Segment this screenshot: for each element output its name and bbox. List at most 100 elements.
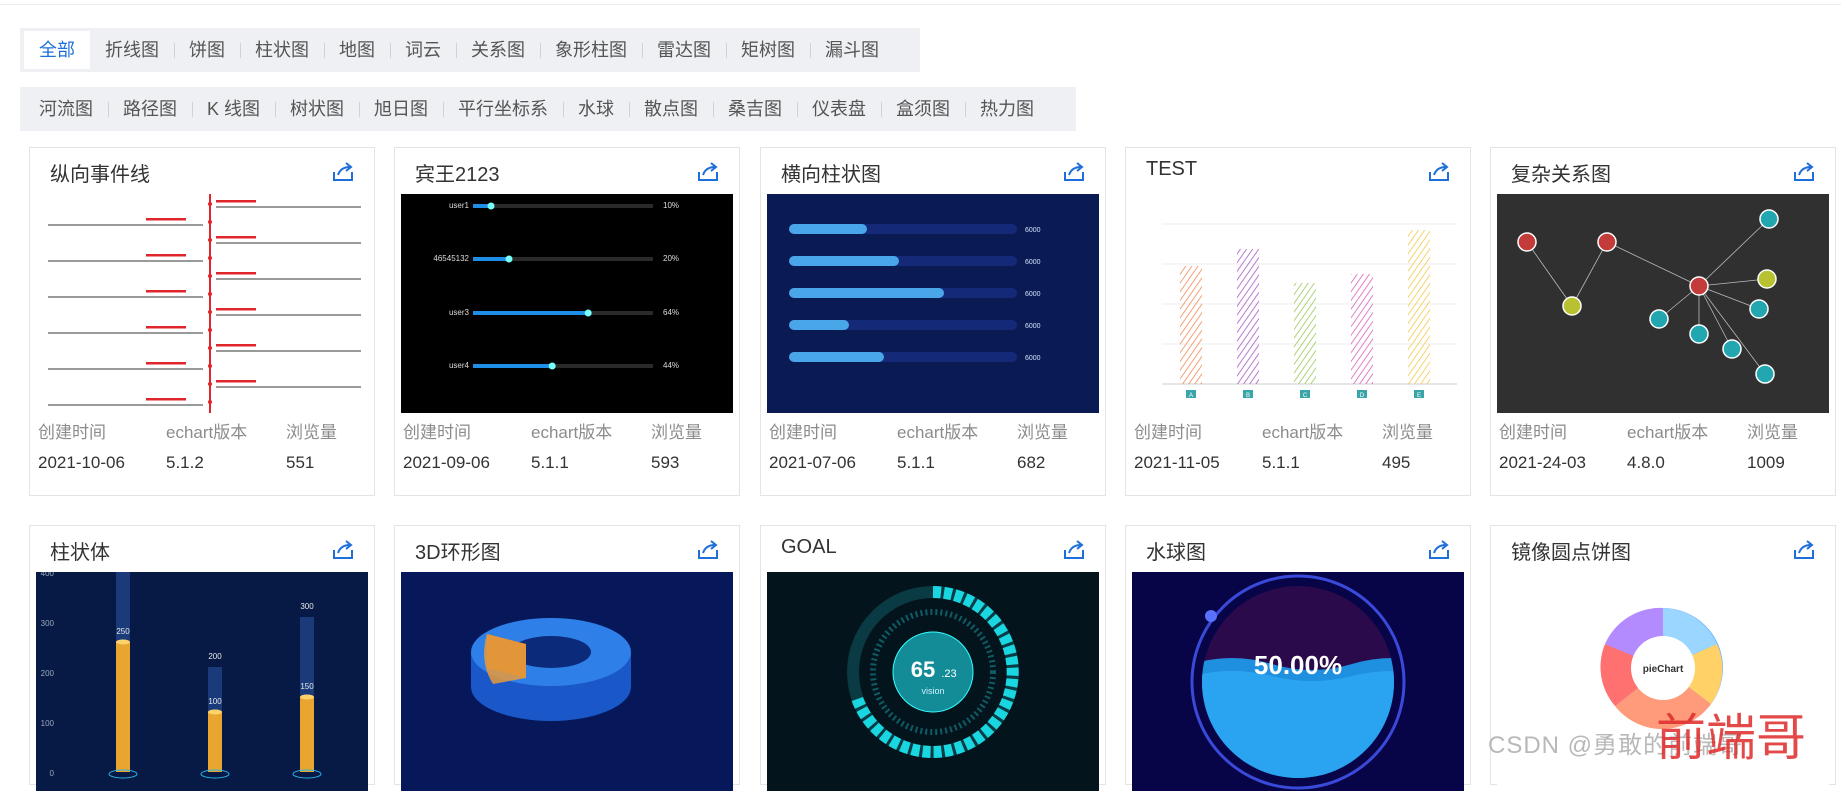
- pillar-chart-preview[interactable]: 250 200 100 300 150 400 300 200 100 0: [36, 572, 368, 791]
- chart-card[interactable]: 复杂关系图 创建时间 echart版本 浏览量 2021-24-03 4.8.0 100…: [1490, 147, 1836, 496]
- card-title: 3D环形图: [415, 542, 501, 564]
- filter-row1-7[interactable]: 象形柱图: [540, 28, 642, 72]
- filter-row2-2[interactable]: K 线图: [192, 87, 275, 131]
- timeline-preview[interactable]: [36, 194, 368, 413]
- liquid-fill-chart: 50.00%: [1190, 574, 1406, 790]
- chart-card[interactable]: 纵向事件线 创建时间 echart版本 浏览量 2021-10-06 5.1.2 551: [29, 147, 375, 496]
- x-tick-label: C: [1303, 393, 1308, 399]
- timeline-text: [48, 404, 203, 406]
- filter-row1-8[interactable]: 雷达图: [642, 28, 726, 72]
- hbar-value: 6000: [1025, 259, 1041, 266]
- hatched-bar-preview[interactable]: A B C D E: [1132, 194, 1464, 413]
- views-label: 浏览量: [286, 423, 337, 442]
- y-axis-tick: 0: [50, 769, 55, 778]
- filter-row2-9[interactable]: 仪表盘: [797, 87, 881, 131]
- timeline-text: [48, 224, 203, 226]
- timeline-text: [48, 368, 203, 370]
- graph-node: [1722, 339, 1742, 359]
- sketch-bar-chart: A B C D E: [1162, 223, 1457, 399]
- version-label: echart版本: [1262, 423, 1344, 442]
- timeline-dot: [208, 328, 212, 332]
- horizontal-bar-preview[interactable]: 6000 6000 6000 6000 6000: [767, 194, 1099, 413]
- card-title: 复杂关系图: [1511, 164, 1611, 186]
- filter-row2-5[interactable]: 平行坐标系: [443, 87, 563, 131]
- created-label: 创建时间: [38, 423, 106, 442]
- chart-card[interactable]: 3D环形图: [394, 525, 740, 791]
- timeline-date: [216, 308, 256, 311]
- user-percent: 64%: [663, 308, 679, 317]
- filter-row1-3[interactable]: 柱状图: [240, 28, 324, 72]
- chart-card[interactable]: GOAL 65 .23 vision: [760, 525, 1106, 791]
- timeline-date: [216, 200, 256, 203]
- filter-row1-4[interactable]: 地图: [324, 28, 390, 72]
- filter-row1-0[interactable]: 全部: [24, 31, 90, 69]
- filter-row2-4[interactable]: 旭日图: [359, 87, 443, 131]
- chart-card[interactable]: TEST ABCDE 创建时间 echart版本 浏览量 2021-11-05 …: [1125, 147, 1471, 496]
- chart-card[interactable]: 横向柱状图 6000 6000 6000 6000 6000 创建时间 echart版本 浏…: [760, 147, 1106, 496]
- liquid-fill-preview[interactable]: 50.00%: [1132, 572, 1464, 791]
- user-percent: 44%: [663, 361, 679, 370]
- timeline-text: [216, 386, 361, 388]
- progress-track: [473, 204, 653, 208]
- share-icon[interactable]: [1428, 160, 1450, 182]
- version-label: echart版本: [897, 423, 979, 442]
- card-title: TEST: [1146, 158, 1198, 180]
- timeline-text: [216, 314, 361, 316]
- progress-fill: [473, 311, 589, 315]
- share-icon[interactable]: [1063, 538, 1085, 560]
- progress-knob: [487, 202, 495, 210]
- created-value: 2021-10-06: [38, 453, 125, 472]
- share-icon[interactable]: [697, 538, 719, 560]
- views-label: 浏览量: [1017, 423, 1068, 442]
- share-icon[interactable]: [1793, 160, 1815, 182]
- card-title: GOAL: [781, 536, 837, 558]
- timeline-date: [216, 272, 256, 275]
- filter-row2-7[interactable]: 散点图: [629, 87, 713, 131]
- share-icon[interactable]: [697, 160, 719, 182]
- progress-bars-preview[interactable]: user1 10% 46545132 20% user3 64% user4 44%: [401, 194, 733, 413]
- timeline-date: [146, 218, 186, 221]
- share-icon[interactable]: [1428, 538, 1450, 560]
- share-icon[interactable]: [332, 160, 354, 182]
- filter-row1-1[interactable]: 折线图: [90, 28, 174, 72]
- 3d-ring-preview[interactable]: [401, 572, 733, 791]
- hbar-bar: [789, 352, 884, 362]
- version-label: echart版本: [1627, 423, 1709, 442]
- views-value: 495: [1382, 453, 1411, 472]
- pillar-value-label: 300: [300, 602, 314, 611]
- graph-node: [1749, 299, 1769, 319]
- relation-graph-preview[interactable]: [1497, 194, 1829, 413]
- created-label: 创建时间: [403, 423, 471, 442]
- filter-row2-8[interactable]: 桑吉图: [713, 87, 797, 131]
- filter-row2-6[interactable]: 水球: [563, 87, 629, 131]
- filter-row2-10[interactable]: 盒须图: [881, 87, 965, 131]
- goal-gauge-preview[interactable]: 65 .23 vision: [767, 572, 1099, 791]
- filter-row1-10[interactable]: 漏斗图: [810, 28, 894, 72]
- filter-row1-5[interactable]: 词云: [390, 28, 456, 72]
- filter-row2-3[interactable]: 树状图: [275, 87, 359, 131]
- version-value: 5.1.1: [1262, 453, 1300, 472]
- views-label: 浏览量: [1747, 423, 1798, 442]
- chart-card[interactable]: 柱状体 250 200 100 300 150 400 300 200 100 0: [29, 525, 375, 791]
- timeline-dot: [208, 346, 212, 350]
- share-icon[interactable]: [332, 538, 354, 560]
- version-value: 4.8.0: [1627, 453, 1665, 472]
- hbar-value: 6000: [1025, 323, 1041, 330]
- chart-card[interactable]: 水球图 50.00%: [1125, 525, 1471, 791]
- card-title: 纵向事件线: [50, 164, 150, 186]
- goal-gauge-chart: 65 .23 vision: [847, 586, 1019, 758]
- card-title: 水球图: [1146, 542, 1206, 564]
- filter-row1-6[interactable]: 关系图: [456, 28, 540, 72]
- timeline-text: [48, 296, 203, 298]
- filter-row2-11[interactable]: 热力图: [965, 87, 1049, 131]
- share-icon[interactable]: [1793, 538, 1815, 560]
- horizontal-bar-chart: 6000 6000 6000 6000 6000: [789, 224, 1041, 362]
- filter-row1-9[interactable]: 矩树图: [726, 28, 810, 72]
- filter-row1-2[interactable]: 饼图: [174, 28, 240, 72]
- 3d-ring-chart: [471, 618, 631, 721]
- x-tick-label: D: [1360, 393, 1365, 399]
- filter-row2-0[interactable]: 河流图: [24, 87, 108, 131]
- filter-row2-1[interactable]: 路径图: [108, 87, 192, 131]
- share-icon[interactable]: [1063, 160, 1085, 182]
- chart-card[interactable]: 宾王2123 user1 10% 46545132 20% user3 64% user4 4…: [394, 147, 740, 496]
